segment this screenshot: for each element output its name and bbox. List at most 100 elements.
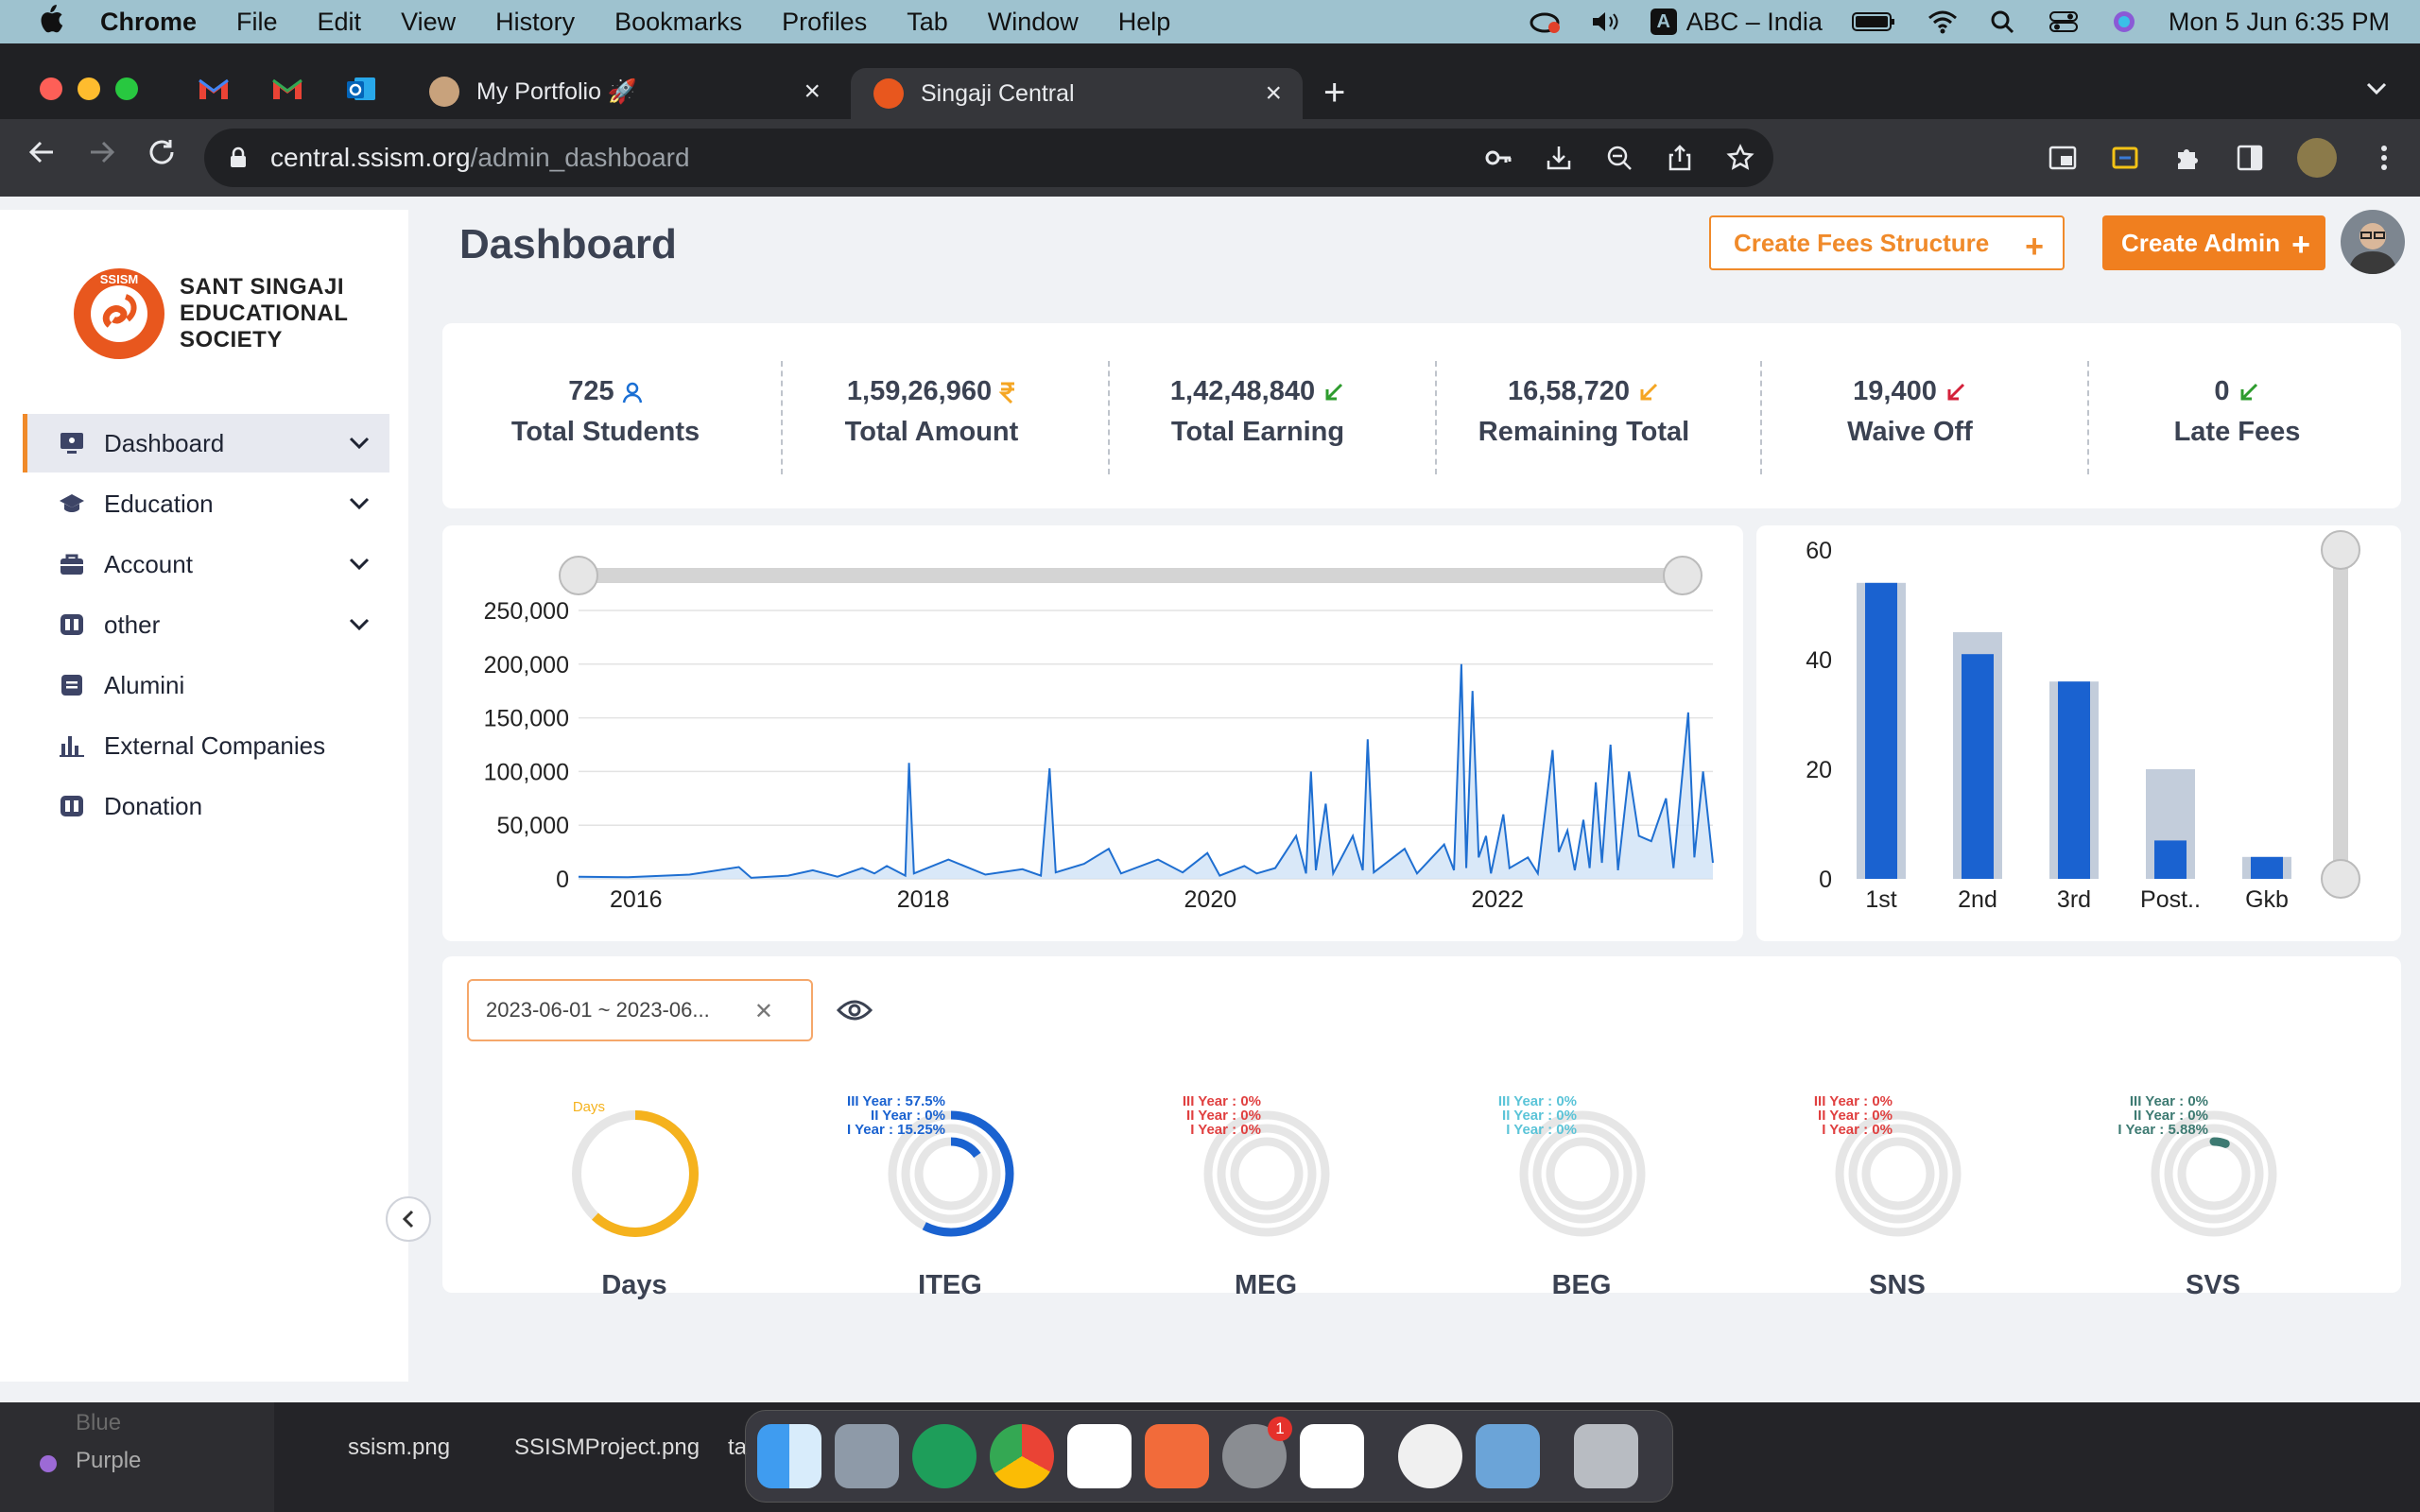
donut-iteg[interactable]: III Year : 57.5% II Year : 0% I Year : 15.…	[762, 1089, 1074, 1300]
tab-gmail-2[interactable]	[268, 72, 306, 106]
sidebar-item-external-companies[interactable]: External Companies	[23, 716, 389, 775]
chevron-down-icon[interactable]	[348, 491, 371, 514]
minimize-window-button[interactable]	[78, 77, 100, 100]
ssism-logo[interactable]: SSISM SANT SINGAJI EDUCATIONAL SOCIETY	[74, 268, 348, 359]
search-icon[interactable]	[1987, 9, 2019, 34]
menu-window[interactable]: Window	[988, 8, 1079, 37]
key-icon[interactable]	[1484, 144, 1512, 172]
donut-sns[interactable]: III Year : 0% II Year : 0% I Year : 0% SNS	[1709, 1089, 2021, 1300]
finder-icon[interactable]	[757, 1424, 821, 1488]
chevron-down-icon[interactable]	[348, 431, 371, 454]
vertical-slider-handle-top[interactable]	[2321, 530, 2360, 570]
donut-days[interactable]: Days Days	[446, 1089, 758, 1300]
extensions-puzzle-icon[interactable]	[2172, 143, 2203, 173]
volume-icon[interactable]	[1590, 9, 1622, 34]
menu-edit[interactable]: Edit	[318, 8, 362, 37]
menu-app-name[interactable]: Chrome	[100, 8, 197, 37]
wifi-icon[interactable]	[1927, 9, 1959, 34]
vertical-slider-handle-bottom[interactable]	[2321, 859, 2360, 899]
sidebar-item-account[interactable]: Account	[23, 535, 389, 593]
new-tab-button[interactable]: +	[1323, 72, 1345, 114]
menu-help[interactable]: Help	[1118, 8, 1171, 37]
apple-icon[interactable]	[36, 4, 70, 41]
tag-blue-label[interactable]: Blue	[76, 1410, 121, 1436]
range-slider-track[interactable]	[575, 568, 1690, 583]
chrome-icon[interactable]	[990, 1424, 1054, 1488]
range-slider-handle-right[interactable]	[1663, 556, 1703, 595]
control-center-icon[interactable]	[2048, 9, 2080, 34]
lock-icon[interactable]	[229, 146, 248, 176]
slack-icon[interactable]	[1067, 1424, 1132, 1488]
creative-cloud-icon[interactable]	[1530, 9, 1562, 34]
close-tab-icon[interactable]: ×	[804, 76, 821, 108]
forward-arrow-icon[interactable]	[81, 138, 123, 175]
menu-bookmarks[interactable]: Bookmarks	[614, 8, 742, 37]
battery-icon[interactable]	[1851, 9, 1898, 34]
date-range-picker[interactable]: 2023-06-01 ~ 2023-06... ✕	[467, 979, 813, 1041]
share-icon[interactable]	[1666, 144, 1694, 172]
menu-profiles[interactable]: Profiles	[782, 8, 867, 37]
sidebar-item-education[interactable]: Education	[23, 474, 389, 533]
profile-avatar-icon[interactable]	[2297, 138, 2337, 178]
address-bar[interactable]: central.ssism.org/admin_dashboard	[204, 129, 1773, 187]
students-bar-chart[interactable]: 0 20 40 60 1st 2nd 3rd Post.. Gkb	[1756, 525, 2401, 941]
bar-value-1st[interactable]	[1865, 582, 1897, 879]
input-source-indicator[interactable]: A ABC – India	[1650, 8, 1823, 37]
menu-tab[interactable]: Tab	[907, 8, 948, 37]
user-avatar[interactable]	[2341, 210, 2405, 274]
postman-icon[interactable]	[1145, 1424, 1209, 1488]
more-menu-icon[interactable]	[2369, 143, 2399, 173]
sidebar-item-alumini[interactable]: Alumini	[23, 656, 389, 714]
eye-icon[interactable]	[836, 996, 873, 1024]
extension-sync-icon[interactable]	[2110, 143, 2140, 173]
chevron-down-icon[interactable]	[348, 612, 371, 635]
file-ssism-png[interactable]: ssism.png	[348, 1435, 450, 1461]
launchpad-icon[interactable]	[835, 1424, 899, 1488]
bar-value-gkb[interactable]	[2251, 856, 2283, 879]
install-app-icon[interactable]	[1545, 144, 1573, 172]
maximize-window-button[interactable]	[115, 77, 138, 100]
create-fees-structure-button[interactable]: Create Fees Structure +	[1709, 215, 2065, 270]
tab-singaji-central[interactable]: Singaji Central ×	[851, 68, 1303, 119]
donut-beg[interactable]: III Year : 0% II Year : 0% I Year : 0% BEG	[1393, 1089, 1705, 1300]
menu-history[interactable]: History	[495, 8, 575, 37]
side-panel-icon[interactable]	[2235, 143, 2265, 173]
trash-icon[interactable]	[1574, 1424, 1638, 1488]
donut-meg[interactable]: III Year : 0% II Year : 0% I Year : 0% MEG	[1078, 1089, 1390, 1300]
tab-outlook[interactable]	[342, 72, 380, 106]
sourcetree-app-icon[interactable]	[912, 1424, 977, 1488]
create-admin-button[interactable]: Create Admin +	[2102, 215, 2325, 270]
tab-my-portfolio[interactable]: My Portfolio 🚀 ×	[406, 62, 841, 121]
sidebar-item-other[interactable]: other	[23, 595, 389, 654]
close-tab-icon[interactable]: ×	[1265, 77, 1282, 110]
bar-value-3rd[interactable]	[2058, 681, 2090, 879]
clear-icon[interactable]: ✕	[754, 998, 773, 1025]
tab-search-chevron-icon[interactable]	[2365, 81, 2388, 101]
range-slider-handle-left[interactable]	[559, 556, 598, 595]
bar-value-post[interactable]	[2154, 840, 2187, 879]
back-arrow-icon[interactable]	[21, 138, 62, 175]
menu-view[interactable]: View	[401, 8, 456, 37]
donut-svs[interactable]: III Year : 0% II Year : 0% I Year : 5.88% S…	[2025, 1089, 2337, 1300]
earnings-area-chart[interactable]: 0 50,000 100,000 150,000 200,000 250,000 2016 2…	[442, 525, 1743, 941]
chevron-down-icon[interactable]	[348, 552, 371, 575]
menubar-datetime[interactable]: Mon 5 Jun 6:35 PM	[2169, 8, 2390, 37]
vertical-slider-track[interactable]	[2333, 550, 2348, 881]
close-window-button[interactable]	[40, 77, 62, 100]
openvpn-icon[interactable]	[1398, 1424, 1462, 1488]
tab-gmail-1[interactable]	[195, 72, 233, 106]
collapse-sidebar-button[interactable]	[386, 1196, 431, 1242]
bookmark-star-icon[interactable]	[1726, 144, 1754, 172]
file-ssismproject-png[interactable]: SSISMProject.png	[514, 1435, 700, 1461]
zoom-out-icon[interactable]	[1605, 144, 1634, 172]
tag-purple-label[interactable]: Purple	[76, 1448, 141, 1474]
sidebar-item-dashboard[interactable]: Dashboard	[23, 414, 389, 472]
siri-icon[interactable]	[2108, 9, 2140, 34]
menu-file[interactable]: File	[236, 8, 278, 37]
preview-icon[interactable]	[1476, 1424, 1540, 1488]
sidebar-item-donation[interactable]: Donation	[23, 777, 389, 835]
picture-in-picture-icon[interactable]	[2048, 143, 2078, 173]
reload-icon[interactable]	[142, 138, 183, 175]
file-ta[interactable]: ta	[728, 1435, 747, 1461]
bar-value-2nd[interactable]	[1962, 654, 1994, 879]
